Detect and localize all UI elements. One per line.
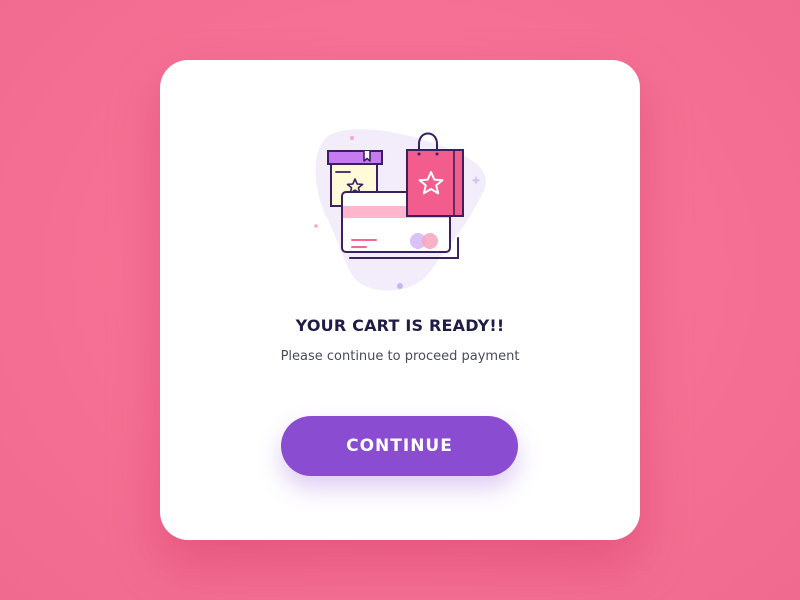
cart-illustration xyxy=(314,129,486,291)
sparkle-dot xyxy=(350,136,354,140)
sparkle-dot xyxy=(397,283,403,289)
dialog-subtitle: Please continue to proceed payment xyxy=(280,349,520,364)
sparkle-dot xyxy=(314,224,318,228)
dialog-title: YOUR CART IS READY!! xyxy=(295,316,505,335)
continue-button[interactable]: CONTINUE xyxy=(281,416,518,476)
